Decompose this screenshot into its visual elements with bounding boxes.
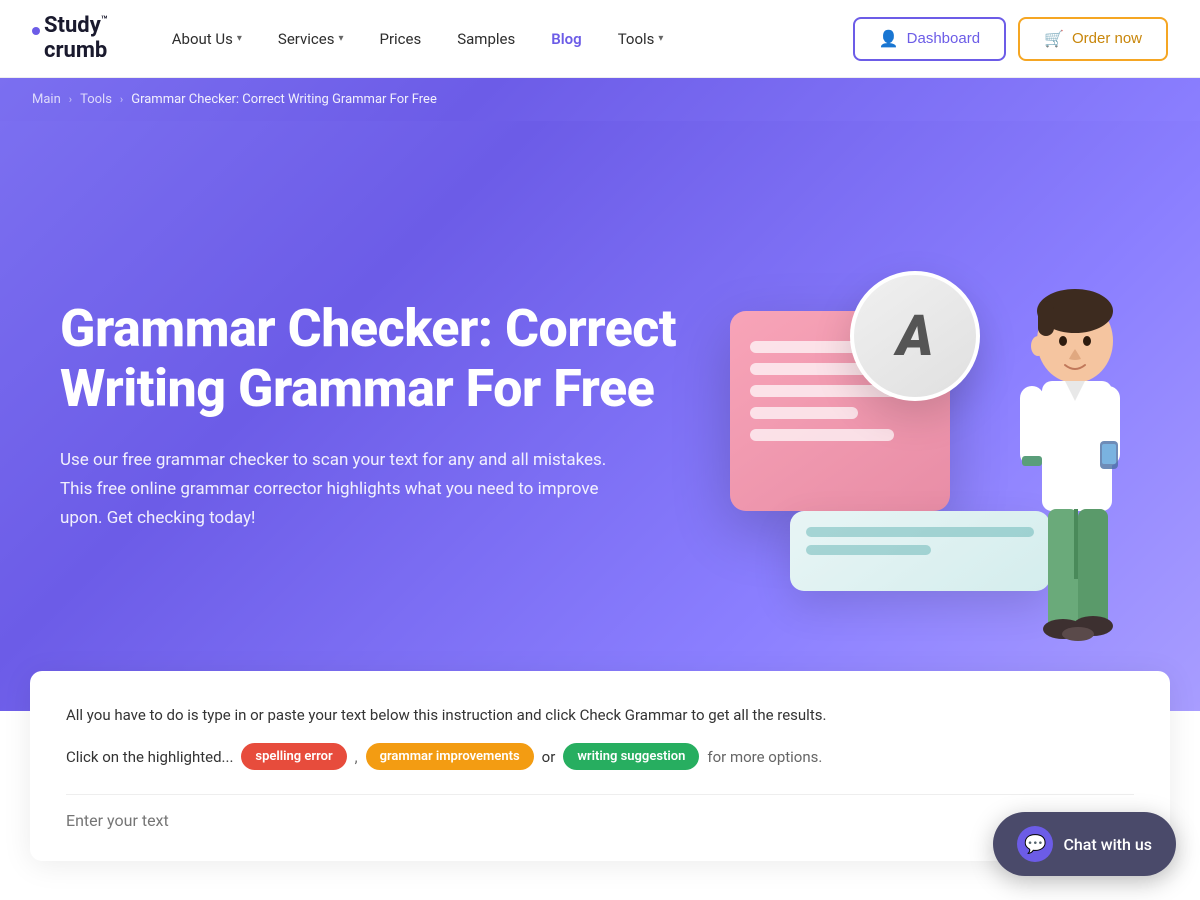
cart-icon: 🛒 bbox=[1044, 29, 1064, 49]
breadcrumb-current: Grammar Checker: Correct Writing Grammar… bbox=[131, 92, 437, 107]
navbar: Study™ crumb About Us ▾ Services ▾ Price… bbox=[0, 0, 1200, 78]
chevron-down-icon: ▾ bbox=[658, 33, 663, 44]
nav-samples[interactable]: Samples bbox=[441, 22, 531, 56]
chat-button[interactable]: 💬 Chat with us bbox=[993, 812, 1176, 876]
nav-blog[interactable]: Blog bbox=[535, 22, 597, 56]
logo-dot bbox=[32, 27, 40, 35]
order-now-button[interactable]: 🛒 Order now bbox=[1018, 17, 1168, 61]
nav-actions: 👤 Dashboard 🛒 Order now bbox=[853, 17, 1168, 61]
grammar-circle: A bbox=[850, 271, 980, 401]
writing-suggestion-badge[interactable]: writing suggestion bbox=[563, 743, 699, 770]
or-text: or bbox=[542, 748, 556, 766]
hero-description: Use our free grammar checker to scan you… bbox=[60, 446, 620, 533]
breadcrumb-separator: › bbox=[69, 93, 72, 106]
person-illustration bbox=[970, 281, 1170, 711]
suggestion-line bbox=[806, 545, 931, 555]
hero-section: Grammar Checker: Correct Writing Grammar… bbox=[0, 121, 1200, 711]
nav-tools[interactable]: Tools ▾ bbox=[602, 22, 680, 56]
doc-line bbox=[750, 429, 894, 441]
chat-icon: 💬 bbox=[1017, 826, 1053, 862]
highlight-row: Click on the highlighted... spelling err… bbox=[66, 743, 1134, 770]
grammar-improvements-badge[interactable]: grammar improvements bbox=[366, 743, 534, 770]
logo[interactable]: Study™ crumb bbox=[32, 14, 108, 62]
illustration-container: A bbox=[690, 231, 1190, 711]
text-input[interactable] bbox=[66, 794, 1134, 849]
grammar-a-icon: A bbox=[897, 303, 934, 369]
user-icon: 👤 bbox=[879, 29, 899, 49]
nav-services[interactable]: Services ▾ bbox=[262, 22, 360, 56]
breadcrumb-tools[interactable]: Tools bbox=[80, 92, 112, 107]
doc-line bbox=[750, 407, 858, 419]
more-options-text: for more options. bbox=[707, 748, 822, 766]
tool-instruction: All you have to do is type in or paste y… bbox=[66, 703, 1134, 727]
chevron-down-icon: ▾ bbox=[237, 33, 242, 44]
chevron-down-icon: ▾ bbox=[338, 33, 343, 44]
hero-content: Grammar Checker: Correct Writing Grammar… bbox=[60, 299, 680, 533]
spelling-error-badge[interactable]: spelling error bbox=[241, 743, 346, 770]
hero-title: Grammar Checker: Correct Writing Grammar… bbox=[60, 299, 680, 419]
nav-about[interactable]: About Us ▾ bbox=[156, 22, 258, 56]
hero-illustration: A bbox=[680, 191, 1200, 711]
nav-links: About Us ▾ Services ▾ Prices Samples Blo… bbox=[156, 22, 853, 56]
nav-prices[interactable]: Prices bbox=[363, 22, 437, 56]
comma-separator: , bbox=[355, 748, 358, 766]
highlight-prefix: Click on the highlighted... bbox=[66, 748, 233, 766]
dashboard-button[interactable]: 👤 Dashboard bbox=[853, 17, 1006, 61]
breadcrumb: Main › Tools › Grammar Checker: Correct … bbox=[0, 78, 1200, 121]
breadcrumb-main[interactable]: Main bbox=[32, 92, 61, 107]
logo-text: Study™ crumb bbox=[44, 14, 108, 62]
chat-label: Chat with us bbox=[1063, 835, 1152, 854]
breadcrumb-separator: › bbox=[120, 93, 123, 106]
